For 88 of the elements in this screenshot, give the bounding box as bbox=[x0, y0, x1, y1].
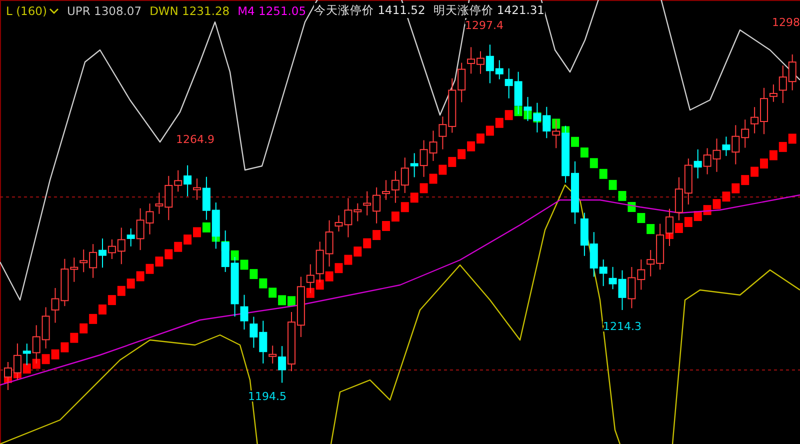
stop-reverse-marker bbox=[400, 202, 409, 212]
candlestick bbox=[542, 106, 551, 139]
stop-reverse-marker bbox=[202, 222, 210, 232]
price-label: 1214.3 bbox=[603, 320, 642, 333]
candlestick bbox=[788, 54, 796, 91]
stop-reverse-marker bbox=[108, 295, 116, 306]
stop-reverse-marker bbox=[599, 168, 608, 179]
candlestick bbox=[212, 202, 220, 250]
candlestick bbox=[250, 316, 258, 348]
stop-reverse-marker bbox=[89, 314, 98, 324]
candlestick bbox=[674, 176, 683, 221]
indicator-name[interactable]: L (160) bbox=[6, 4, 47, 18]
stop-reverse-marker bbox=[580, 148, 588, 158]
indicator-value: 明天涨停价 1421.31 bbox=[433, 3, 544, 18]
stop-reverse-marker bbox=[325, 271, 334, 282]
stop-reverse-marker bbox=[646, 224, 655, 234]
stop-reverse-marker bbox=[637, 213, 646, 223]
stop-reverse-marker bbox=[504, 110, 513, 120]
stop-reverse-marker bbox=[164, 249, 173, 260]
candlestick bbox=[146, 203, 154, 235]
stop-reverse-marker bbox=[344, 254, 352, 265]
stop-reverse-marker bbox=[420, 183, 428, 194]
candlestick bbox=[51, 287, 60, 324]
stop-reverse-marker bbox=[741, 175, 750, 186]
stop-reverse-marker bbox=[712, 199, 721, 210]
stop-reverse-marker bbox=[146, 264, 154, 274]
stop-reverse-marker bbox=[117, 286, 126, 296]
indicator-value: UPR 1308.07 bbox=[67, 4, 142, 18]
stop-reverse-marker bbox=[51, 349, 60, 360]
candlestick bbox=[42, 306, 50, 349]
stop-reverse-marker bbox=[732, 183, 740, 194]
caret-icon[interactable] bbox=[49, 6, 59, 14]
stop-reverse-marker bbox=[184, 234, 192, 245]
stop-reverse-marker bbox=[429, 174, 438, 184]
stop-reverse-marker bbox=[372, 230, 381, 240]
stop-reverse-marker bbox=[410, 192, 418, 203]
stop-reverse-marker bbox=[136, 271, 144, 282]
indicator-value: 今天涨停价 1411.52 bbox=[314, 3, 426, 18]
stop-reverse-marker bbox=[278, 295, 286, 306]
stop-reverse-marker bbox=[590, 158, 598, 168]
stop-reverse-marker bbox=[60, 342, 69, 352]
candlestick bbox=[316, 241, 324, 283]
indicator-value: M4 1251.05 bbox=[238, 4, 306, 18]
stop-reverse-marker bbox=[363, 238, 372, 248]
stop-reverse-marker bbox=[250, 269, 258, 280]
stop-reverse-marker bbox=[259, 278, 268, 288]
stop-reverse-marker bbox=[306, 288, 314, 298]
candlestick bbox=[533, 102, 542, 133]
price-label: 1298 bbox=[772, 16, 800, 29]
stop-reverse-marker bbox=[514, 106, 522, 116]
stop-reverse-marker bbox=[42, 354, 50, 364]
stop-reverse-marker bbox=[230, 250, 239, 260]
stop-reverse-marker bbox=[80, 323, 88, 334]
price-label: 1297.4 bbox=[465, 19, 504, 32]
candlestick bbox=[637, 258, 646, 290]
price-label: 1264.9 bbox=[176, 133, 214, 146]
stop-reverse-marker bbox=[174, 242, 182, 252]
indicator-value: DWN 1231.28 bbox=[150, 4, 230, 18]
stop-reverse-marker bbox=[674, 223, 683, 233]
stop-reverse-marker bbox=[486, 126, 494, 136]
stop-reverse-marker bbox=[32, 358, 40, 369]
stop-reverse-marker bbox=[778, 142, 787, 152]
stop-reverse-marker bbox=[22, 364, 31, 374]
stop-reverse-marker bbox=[769, 150, 778, 160]
stop-reverse-marker bbox=[722, 192, 730, 202]
candlestick bbox=[429, 130, 438, 162]
stop-reverse-marker bbox=[467, 141, 476, 152]
stop-reverse-marker bbox=[684, 217, 692, 228]
stop-reverse-marker bbox=[240, 260, 248, 270]
stop-reverse-marker bbox=[438, 164, 447, 175]
stop-reverse-marker bbox=[70, 332, 78, 343]
stop-reverse-marker bbox=[448, 156, 456, 167]
stop-reverse-marker bbox=[268, 288, 277, 298]
stop-reverse-marker bbox=[126, 278, 135, 289]
stop-reverse-marker bbox=[788, 134, 796, 144]
stop-reverse-marker bbox=[354, 246, 362, 257]
stop-reverse-marker bbox=[155, 256, 164, 267]
stop-reverse-marker bbox=[458, 149, 466, 160]
candlestick bbox=[741, 119, 750, 148]
candlestick bbox=[628, 266, 636, 309]
stop-reverse-marker bbox=[608, 180, 617, 190]
candlestick bbox=[703, 148, 712, 175]
stop-reverse-marker bbox=[391, 212, 400, 222]
stop-reverse-marker bbox=[316, 280, 324, 290]
stop-reverse-marker bbox=[750, 166, 759, 177]
stop-reverse-marker bbox=[495, 118, 504, 128]
stop-reverse-marker bbox=[618, 190, 626, 201]
stop-reverse-marker bbox=[334, 263, 343, 274]
